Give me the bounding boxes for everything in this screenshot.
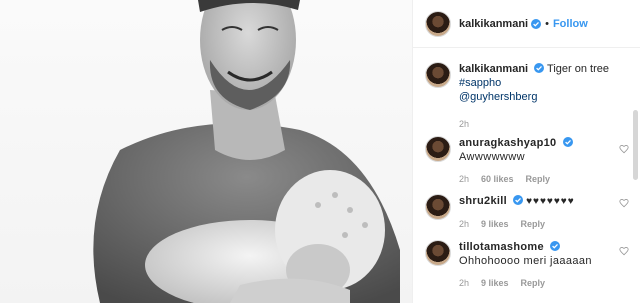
reply-button[interactable]: Reply xyxy=(526,172,551,186)
comment-likes[interactable]: 9 likes xyxy=(481,276,509,290)
verified-badge-icon xyxy=(549,241,560,251)
comment-text: Awwwwwww xyxy=(459,151,525,163)
comment-username[interactable]: anuragkashyap10 xyxy=(459,137,556,149)
comment-username[interactable]: tillotamashome xyxy=(459,241,544,253)
reply-button[interactable]: Reply xyxy=(521,217,546,231)
comment-text: Ohhohoooo meri jaaaaan xyxy=(459,255,592,267)
comment-body: anuragkashyap10 Awwwwwww 2h 60 likes Rep… xyxy=(459,136,619,186)
commenter-avatar[interactable] xyxy=(425,194,451,220)
comment-meta: 2h 9 likes Reply xyxy=(459,276,619,290)
author-avatar[interactable] xyxy=(425,10,451,37)
caption-username[interactable]: kalkikanmani xyxy=(459,63,528,75)
post-photo[interactable] xyxy=(0,0,412,303)
comment-time: 2h xyxy=(459,278,470,288)
comments-scroll-area[interactable]: kalkikanmani Tiger on tree #sappho @guyh… xyxy=(413,48,640,303)
commenter-avatar[interactable] xyxy=(425,136,451,162)
caption-hashtag[interactable]: #sappho xyxy=(459,76,609,90)
heart-outline-icon[interactable] xyxy=(619,246,629,256)
comment-meta: 2h 60 likes Reply xyxy=(459,172,619,186)
post-header: kalkikanmani • Follow xyxy=(413,0,640,48)
comment-text: ♥♥♥♥♥♥♥ xyxy=(526,196,575,207)
reply-button[interactable]: Reply xyxy=(521,276,546,290)
caption-mention[interactable]: @guyhershberg xyxy=(459,90,609,104)
comment-time: 2h xyxy=(459,219,470,229)
caption-text: Tiger on tree xyxy=(547,63,609,75)
comment-item: tillotamashome Ohhohoooo meri jaaaaan 2h… xyxy=(425,240,635,290)
verified-badge-icon xyxy=(534,63,545,73)
comment-item: shru2kill ♥♥♥♥♥♥♥ 2h 9 likes Reply xyxy=(425,194,635,231)
verified-badge-icon xyxy=(562,137,573,147)
comment-time: 2h xyxy=(459,174,470,184)
comment-item: anuragkashyap10 Awwwwwww 2h 60 likes Rep… xyxy=(425,136,635,186)
comment-body: tillotamashome Ohhohoooo meri jaaaaan 2h… xyxy=(459,240,619,290)
post-caption: kalkikanmani Tiger on tree #sappho @guyh… xyxy=(425,62,625,131)
comment-likes[interactable]: 9 likes xyxy=(481,217,509,231)
caption-avatar[interactable] xyxy=(425,62,451,88)
commenter-avatar[interactable] xyxy=(425,240,451,266)
comment-meta: 2h 9 likes Reply xyxy=(459,217,619,231)
verified-badge-icon xyxy=(531,18,542,29)
caption-body: kalkikanmani Tiger on tree #sappho @guyh… xyxy=(459,62,609,131)
caption-time: 2h xyxy=(459,119,470,129)
follow-button[interactable]: Follow xyxy=(553,18,588,30)
photo-illustration xyxy=(93,0,400,303)
heart-outline-icon[interactable] xyxy=(619,198,629,208)
comment-body: shru2kill ♥♥♥♥♥♥♥ 2h 9 likes Reply xyxy=(459,194,619,231)
comment-username[interactable]: shru2kill xyxy=(459,195,507,207)
post-side-panel: kalkikanmani • Follow kalkikanmani Tiger… xyxy=(412,0,640,303)
heart-outline-icon[interactable] xyxy=(619,144,629,154)
author-username[interactable]: kalkikanmani xyxy=(459,18,528,30)
comment-likes[interactable]: 60 likes xyxy=(481,172,514,186)
separator-dot: • xyxy=(545,17,549,30)
verified-badge-icon xyxy=(513,195,524,205)
